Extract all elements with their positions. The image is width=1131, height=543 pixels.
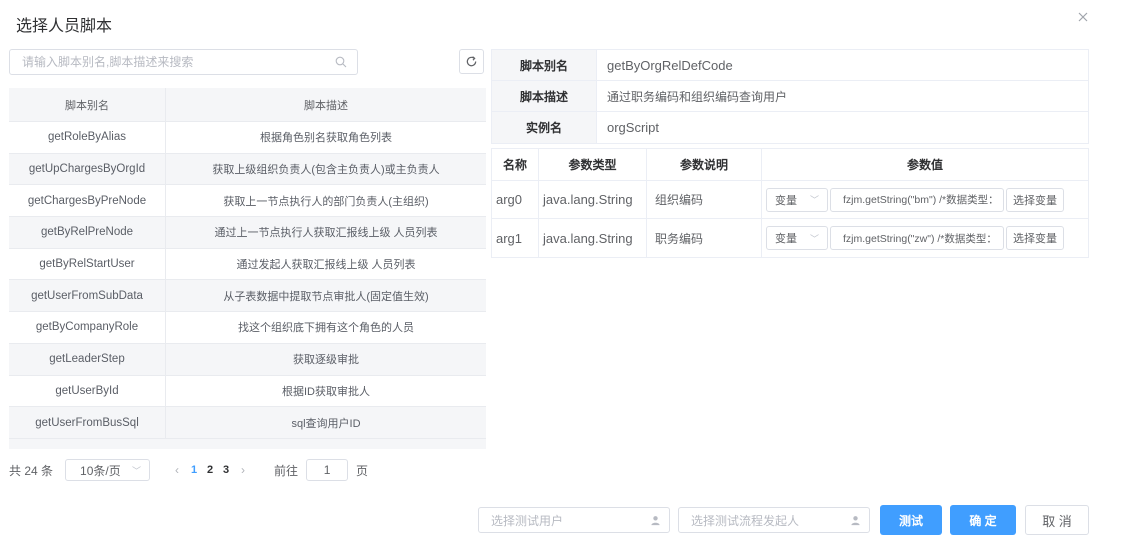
params-header: 名称 参数类型 参数说明 参数值 — [492, 149, 1088, 181]
pagination-total: 共 24 条 — [9, 463, 54, 478]
value-expression-input[interactable]: fzjm.getString("zw") /*数据类型： — [830, 226, 1004, 250]
row-alias: getUserFromSubData — [9, 280, 166, 312]
row-alias: getRoleByAlias — [9, 122, 166, 153]
goto-page-input[interactable]: 1 — [306, 459, 349, 481]
table-header: 脚本别名 脚本描述 — [9, 88, 486, 122]
test-button[interactable]: 测试 — [880, 505, 942, 535]
chevron-down-icon: ﹀ — [809, 195, 819, 205]
dialog-title: 选择人员脚本 — [16, 18, 113, 35]
confirm-button[interactable]: 确 定 — [950, 505, 1016, 535]
param-desc: 组织编码 — [647, 181, 762, 218]
page-size-value: 10条/页 — [80, 463, 121, 478]
row-alias: getByRelStartUser — [9, 248, 166, 280]
row-alias: getUserFromBusSql — [9, 407, 166, 438]
goto-label: 前往 — [274, 463, 299, 478]
param-value-cell: 变量 ﹀ fzjm.getString("zw") /*数据类型： 选择变量 — [762, 219, 1088, 257]
row-alias: getUserById — [9, 375, 166, 407]
table-row[interactable]: getRoleByAlias 根据角色别名获取角色列表 — [9, 122, 486, 154]
row-desc: 找这个组织底下拥有这个角色的人员 — [238, 322, 414, 335]
table-row[interactable]: getUserFromBusSql sql查询用户ID — [9, 407, 486, 439]
row-desc: 通过上一节点执行人获取汇报线上级 人员列表 — [214, 227, 438, 240]
value-mode-select[interactable]: 变量 ﹀ — [766, 187, 828, 212]
page-number[interactable]: 1 — [186, 464, 202, 476]
param-name: arg0 — [492, 181, 539, 218]
refresh-icon — [466, 56, 477, 67]
value-mode: 变量 — [775, 233, 797, 245]
refresh-button[interactable] — [459, 49, 484, 74]
script-info-table: 脚本别名 getByOrgRelDefCode 脚本描述 通过职务编码和组织编码… — [491, 49, 1089, 144]
table-row[interactable]: getUserById 根据ID获取审批人 — [9, 375, 486, 408]
value-expression-input[interactable]: fzjm.getString("bm") /*数据类型： — [830, 187, 1004, 212]
value-mode-select[interactable]: 变量 ﹀ — [766, 226, 828, 250]
test-user-placeholder: 选择测试用户 — [491, 513, 564, 528]
close-icon[interactable] — [1076, 10, 1090, 24]
params-table: 名称 参数类型 参数说明 参数值 arg0 java.lang.String 组… — [491, 148, 1089, 258]
row-alias: getByRelPreNode — [9, 217, 166, 248]
param-row: arg1 java.lang.String 职务编码 变量 ﹀ fzjm.getS… — [492, 219, 1088, 257]
param-name: arg1 — [492, 219, 539, 257]
test-starter-placeholder: 选择测试流程发起人 — [691, 513, 800, 528]
row-desc: 获取逐级审批 — [293, 354, 359, 367]
chevron-down-icon: ﹀ — [132, 465, 142, 476]
page-number[interactable]: 3 — [218, 464, 234, 476]
column-header-name: 名称 — [492, 149, 539, 180]
row-desc: 根据ID获取审批人 — [282, 385, 370, 398]
table-row[interactable]: getByCompanyRole 找这个组织底下拥有这个角色的人员 — [9, 312, 486, 344]
chevron-down-icon: ﹀ — [809, 233, 819, 244]
alias-value: getByOrgRelDefCode — [607, 57, 733, 73]
row-desc: 从子表数据中提取节点审批人(固定值生效) — [223, 290, 429, 303]
instance-value: orgScript — [607, 120, 660, 135]
prev-page-button[interactable]: ‹ — [168, 463, 186, 477]
param-type: java.lang.String — [539, 219, 647, 257]
row-desc: 获取上级组织负责人(包含主负责人)或主负责人 — [212, 164, 440, 177]
row-alias: getLeaderStep — [9, 343, 166, 375]
instance-label: 实例名 — [492, 112, 597, 143]
table-row[interactable]: getByRelStartUser 通过发起人获取汇报线上级 人员列表 — [9, 248, 486, 281]
select-variable-button[interactable]: 选择变量 — [1006, 187, 1064, 212]
search-icon[interactable] — [335, 56, 347, 68]
table-row[interactable]: getChargesByPreNode 获取上一节点执行人的部门负责人(主组织) — [9, 185, 486, 218]
value-mode: 变量 — [775, 194, 797, 207]
desc-label: 脚本描述 — [492, 81, 597, 111]
select-variable-button[interactable]: 选择变量 — [1006, 226, 1064, 250]
page-size-select[interactable]: 10条/页 ﹀ — [65, 459, 151, 481]
script-table: 脚本别名 脚本描述 getRoleByAlias 根据角色别名获取角色列表 get… — [9, 88, 486, 449]
alias-label: 脚本别名 — [492, 50, 597, 80]
param-row: arg0 java.lang.String 组织编码 变量 ﹀ fzjm.getS… — [492, 181, 1088, 219]
search-box — [9, 49, 358, 75]
table-row[interactable]: getByRelPreNode 通过上一节点执行人获取汇报线上级 人员列表 — [9, 217, 486, 249]
user-icon — [851, 515, 860, 525]
table-row[interactable]: getUserFromSubData 从子表数据中提取节点审批人(固定值生效) — [9, 280, 486, 313]
param-value-cell: 变量 ﹀ fzjm.getString("bm") /*数据类型： 选择变量 — [762, 181, 1088, 218]
row-alias: getChargesByPreNode — [9, 185, 166, 217]
table-row[interactable]: getLeaderStep 获取逐级审批 — [9, 343, 486, 376]
column-header-desc: 参数说明 — [647, 149, 762, 180]
row-desc: 获取上一节点执行人的部门负责人(主组织) — [223, 195, 429, 208]
row-desc: 根据角色别名获取角色列表 — [260, 132, 392, 145]
goto-unit: 页 — [356, 463, 369, 478]
row-desc: 通过发起人获取汇报线上级 人员列表 — [236, 259, 416, 272]
page-number[interactable]: 2 — [202, 464, 218, 476]
param-type: java.lang.String — [539, 181, 647, 218]
row-alias: getByCompanyRole — [9, 312, 166, 343]
cancel-button[interactable]: 取 消 — [1025, 505, 1089, 535]
test-starter-select[interactable]: 选择测试流程发起人 — [678, 507, 870, 533]
row-alias: getUpChargesByOrgId — [9, 153, 166, 185]
next-page-button[interactable]: › — [234, 463, 252, 477]
column-header-desc: 脚本描述 — [304, 99, 348, 112]
param-desc: 职务编码 — [647, 219, 762, 257]
column-header-value: 参数值 — [906, 158, 943, 172]
column-header-type: 参数类型 — [539, 149, 647, 180]
column-header-alias: 脚本别名 — [9, 88, 166, 121]
user-icon — [651, 515, 660, 525]
test-user-select[interactable]: 选择测试用户 — [478, 507, 670, 533]
table-row[interactable]: getUpChargesByOrgId 获取上级组织负责人(包含主负责人)或主负责… — [9, 153, 486, 186]
search-input[interactable] — [10, 50, 310, 74]
row-desc: sql查询用户ID — [291, 417, 361, 430]
desc-value: 通过职务编码和组织编码查询用户 — [607, 89, 788, 104]
pagination: 共 24 条 10条/页 ﹀ ‹ 1 2 3 › 前往 1 页 — [9, 459, 368, 481]
